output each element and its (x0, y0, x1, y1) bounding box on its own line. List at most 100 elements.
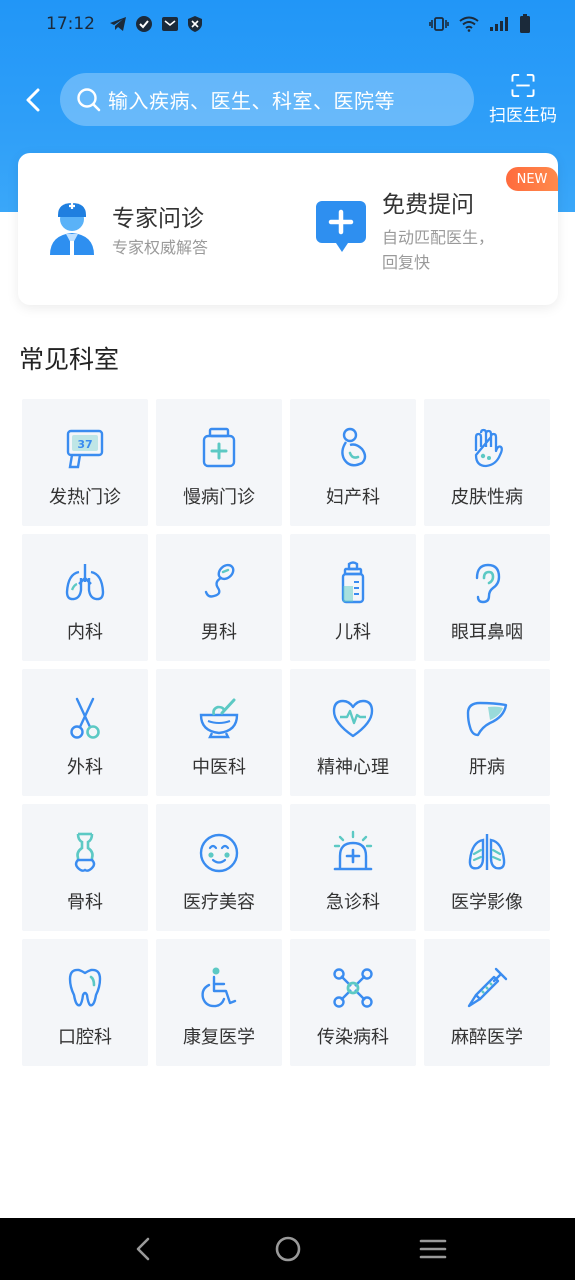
nav-recents-button[interactable] (403, 1229, 463, 1269)
svg-text:37: 37 (77, 438, 92, 451)
department-label: 外科 (67, 757, 103, 778)
expert-consultation-title: 专家问诊 (112, 206, 204, 232)
department-tile[interactable]: 传染病科 (290, 939, 416, 1066)
scan-icon (511, 74, 535, 97)
nav-home-icon (275, 1236, 300, 1262)
chat-plus-icon (316, 201, 366, 252)
heart-pulse-icon (332, 699, 374, 738)
department-label: 传染病科 (317, 1027, 389, 1048)
scan-label: 扫医生码 (489, 106, 557, 126)
department-label: 肝病 (469, 757, 505, 778)
liver-icon (466, 701, 508, 737)
tooth-icon (68, 968, 102, 1007)
virus-icon (333, 968, 373, 1008)
scan-doctor-code-button[interactable]: 扫医生码 (484, 74, 562, 126)
ear-icon (475, 563, 501, 604)
department-label: 儿科 (335, 622, 371, 643)
syringe-icon (467, 967, 508, 1008)
vibrate-icon (429, 17, 449, 31)
department-grid: 37 发热门诊 慢病门诊 妇产科 皮肤性病 内科 男科 儿科 眼耳鼻咽 外科 中… (22, 399, 553, 1066)
expert-consultation-subtitle: 专家权威解答 (112, 238, 209, 257)
department-tile[interactable]: 麻醉医学 (424, 939, 550, 1066)
nav-back-button[interactable] (113, 1229, 173, 1269)
department-label: 妇产科 (326, 487, 380, 508)
chevron-left-icon (26, 88, 40, 112)
free-question-title: 免费提问 (382, 192, 474, 218)
department-tile[interactable]: 康复医学 (156, 939, 282, 1066)
search-input[interactable]: 输入疾病、医生、科室、医院等 (60, 73, 474, 126)
department-label: 慢病门诊 (183, 487, 255, 508)
bone-icon (74, 832, 96, 872)
department-tile[interactable]: 口腔科 (22, 939, 148, 1066)
system-status-icons (429, 14, 531, 34)
shield-icon (188, 16, 202, 32)
scissors-icon (70, 697, 100, 739)
department-tile[interactable]: 精神心理 (290, 669, 416, 796)
service-card: 专家问诊 专家权威解答 免费提问 自动匹配医生， 回复快 NEW (18, 153, 558, 305)
department-label: 康复医学 (183, 1027, 255, 1048)
sperm-icon (204, 563, 235, 598)
department-tile[interactable]: 医疗美容 (156, 804, 282, 931)
department-label: 口腔科 (58, 1027, 112, 1048)
mail-icon (162, 17, 178, 31)
department-label: 麻醉医学 (451, 1027, 523, 1048)
department-tile[interactable]: 皮肤性病 (424, 399, 550, 526)
system-navigation-bar (0, 1218, 575, 1280)
department-label: 医疗美容 (183, 892, 255, 913)
department-tile[interactable]: 骨科 (22, 804, 148, 931)
department-tile[interactable]: 男科 (156, 534, 282, 661)
department-label: 内科 (67, 622, 103, 643)
search-icon (77, 87, 101, 111)
mortar-icon (199, 698, 239, 739)
wifi-icon (459, 16, 479, 32)
battery-icon (520, 14, 530, 33)
department-label: 医学影像 (451, 892, 523, 913)
thermometer-icon: 37 (66, 429, 104, 469)
department-tile[interactable]: 内科 (22, 534, 148, 661)
department-label: 精神心理 (317, 757, 389, 778)
lungs-icon (65, 564, 105, 601)
signal-icon (490, 17, 508, 31)
baby-bottle-icon (341, 561, 365, 604)
department-tile[interactable]: 儿科 (290, 534, 416, 661)
section-title: 常见科室 (19, 345, 120, 374)
free-question-subtitle-line2: 回复快 (382, 253, 431, 272)
department-tile[interactable]: 慢病门诊 (156, 399, 282, 526)
doctor-icon (50, 203, 94, 255)
pregnancy-icon (341, 427, 367, 467)
status-time: 17:12 (46, 14, 95, 34)
department-label: 男科 (201, 622, 237, 643)
department-tile[interactable]: 医学影像 (424, 804, 550, 931)
hand-icon (474, 428, 503, 468)
nav-home-button[interactable] (258, 1229, 318, 1269)
department-tile[interactable]: 妇产科 (290, 399, 416, 526)
department-label: 中医科 (192, 757, 246, 778)
expert-consultation-item[interactable]: 专家问诊 专家权威解答 (44, 197, 284, 267)
verified-icon (136, 16, 152, 32)
wheelchair-icon (201, 967, 237, 1008)
department-tile[interactable]: 37 发热门诊 (22, 399, 148, 526)
emergency-light-icon (333, 830, 373, 871)
department-tile[interactable]: 眼耳鼻咽 (424, 534, 550, 661)
status-bar: 17:12 (0, 0, 575, 48)
free-question-subtitle-line1: 自动匹配医生， (382, 228, 495, 247)
department-label: 急诊科 (326, 892, 380, 913)
nav-back-icon (136, 1237, 149, 1261)
notification-icons (109, 15, 203, 33)
back-button[interactable] (18, 84, 48, 116)
department-tile[interactable]: 急诊科 (290, 804, 416, 931)
xray-lungs-icon (468, 834, 506, 870)
new-badge: NEW (506, 167, 558, 191)
department-label: 眼耳鼻咽 (451, 622, 523, 643)
face-icon (199, 833, 239, 873)
department-tile[interactable]: 中医科 (156, 669, 282, 796)
nav-menu-icon (419, 1239, 446, 1259)
department-label: 皮肤性病 (451, 487, 523, 508)
search-placeholder: 输入疾病、医生、科室、医院等 (108, 89, 395, 113)
medicine-bottle-icon (202, 427, 236, 468)
free-question-item[interactable]: 免费提问 自动匹配医生， 回复快 (314, 179, 544, 279)
department-tile[interactable]: 外科 (22, 669, 148, 796)
department-label: 骨科 (67, 892, 103, 913)
department-tile[interactable]: 肝病 (424, 669, 550, 796)
department-label: 发热门诊 (49, 487, 121, 508)
